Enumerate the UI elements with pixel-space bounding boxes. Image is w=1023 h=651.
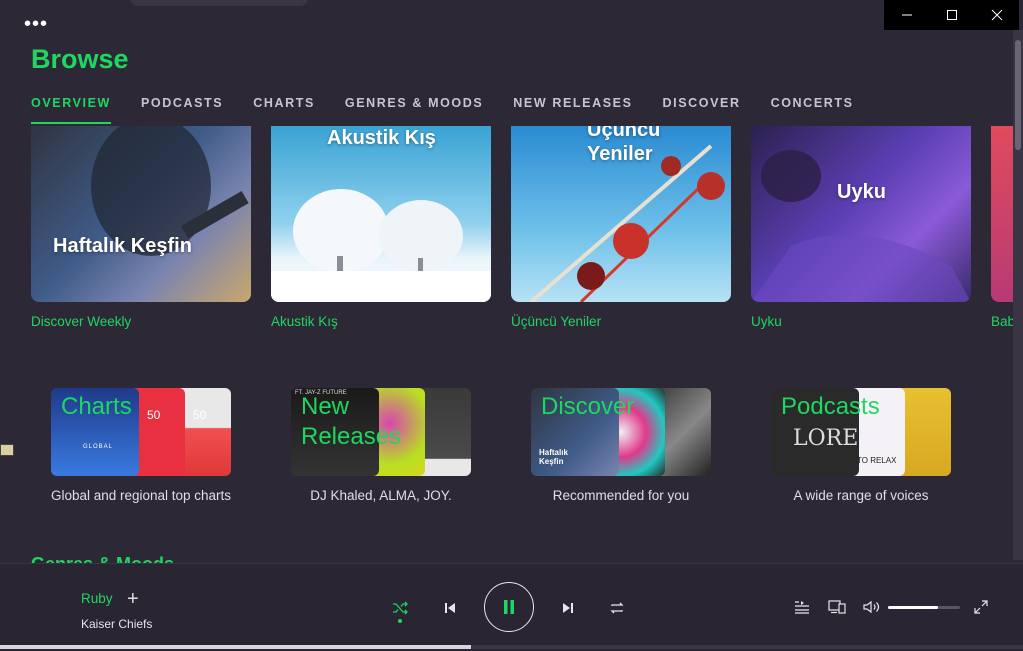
playlist-cover[interactable]: Haftalık Keşfin — [31, 126, 251, 302]
category-name: New Releases — [301, 393, 402, 450]
cover-title: Uyku — [837, 181, 886, 203]
playlist-cover[interactable] — [991, 126, 1013, 302]
volume-level — [888, 606, 939, 609]
playlist-cover[interactable]: Akustik Kış — [271, 126, 491, 302]
cover-text: GLOBAL — [83, 444, 114, 450]
cover-title: Haftalık Keşfin — [53, 235, 192, 257]
playlist-label[interactable]: Akustik Kış — [271, 314, 491, 329]
track-name[interactable]: Ruby — [81, 591, 113, 606]
volume-icon[interactable] — [862, 597, 882, 617]
category-discover[interactable]: Haftalık Keşfin Discover Recommended for… — [511, 388, 731, 503]
window-controls — [884, 0, 1019, 30]
fullscreen-icon[interactable] — [971, 597, 991, 617]
cover-text: 50 — [193, 408, 207, 422]
playlist-label[interactable]: Bab — [991, 314, 1013, 329]
title-bar-strip — [130, 0, 308, 6]
playlist-label[interactable]: Discover Weekly — [31, 314, 251, 329]
playlist-card-discover-weekly[interactable]: Haftalık Keşfin Discover Weekly — [31, 126, 251, 329]
more-dots-icon[interactable]: ••• — [24, 14, 48, 34]
queue-icon[interactable] — [792, 597, 812, 617]
featured-playlists: Haftalık Keşfin Discover Weekly Akustik … — [31, 126, 1013, 336]
playback-progress[interactable] — [0, 645, 1023, 649]
category-description: A wide range of voices — [793, 488, 929, 503]
cover-text: Haftalık Keşfin — [539, 448, 568, 466]
plus-icon[interactable]: + — [127, 588, 139, 611]
repeat-icon[interactable] — [607, 598, 627, 618]
playlist-card-ucuncu-yeniler[interactable]: Üçüncü Yeniler Üçüncü Yeniler — [511, 126, 731, 329]
player-bar: Ruby + Kaiser Chiefs — [0, 563, 1023, 651]
playlist-card-partial[interactable]: Bab — [991, 126, 1013, 329]
thumbnail-icon — [0, 444, 14, 456]
tab-concerts[interactable]: CONCERTS — [771, 96, 854, 124]
browse-tabs: OVERVIEW PODCASTS CHARTS GENRES & MOODS … — [31, 96, 884, 124]
cover-text: TO RELAX — [857, 456, 897, 465]
close-icon[interactable] — [974, 0, 1019, 30]
progress-level — [0, 645, 471, 649]
next-icon[interactable] — [558, 598, 578, 618]
now-playing: Ruby + Kaiser Chiefs — [81, 588, 152, 631]
pause-icon[interactable] — [484, 582, 534, 632]
cover-title: Akustik Kış — [327, 127, 436, 149]
volume-slider[interactable] — [888, 606, 960, 609]
category-new-releases[interactable]: FT. JAY-Z FUTURE New Releases DJ Khaled,… — [271, 388, 491, 503]
category-podcasts[interactable]: TO RELAX LORE Podcasts A wide range of v… — [751, 388, 971, 503]
category-name: Discover — [541, 393, 635, 420]
shuffle-active-dot — [398, 619, 402, 623]
category-charts[interactable]: GLOBAL 50 50 Charts Global and regional … — [31, 388, 251, 503]
page-title: Browse — [31, 44, 129, 74]
previous-icon[interactable] — [440, 598, 460, 618]
category-description: Recommended for you — [552, 488, 690, 503]
tab-new-releases[interactable]: NEW RELEASES — [513, 96, 632, 124]
minimize-icon[interactable] — [884, 0, 929, 30]
playlist-card-akustik-kis[interactable]: Akustik Kış Akustik Kış — [271, 126, 491, 329]
playlist-cover[interactable]: Üçüncü Yeniler — [511, 126, 731, 302]
scrollbar-thumb[interactable] — [1015, 40, 1021, 150]
cover-text: 50 — [147, 408, 161, 422]
tab-podcasts[interactable]: PODCASTS — [141, 96, 223, 124]
cover-title: Üçüncü Yeniler — [587, 126, 661, 165]
cover-text: LORE — [793, 426, 859, 451]
devices-icon[interactable] — [827, 597, 847, 617]
maximize-icon[interactable] — [929, 0, 974, 30]
playlist-cover[interactable]: Uyku — [751, 126, 971, 302]
tab-overview[interactable]: OVERVIEW — [31, 96, 111, 124]
tab-charts[interactable]: CHARTS — [253, 96, 315, 124]
category-name: Podcasts — [781, 393, 880, 420]
playlist-label[interactable]: Üçüncü Yeniler — [511, 314, 731, 329]
playlist-card-uyku[interactable]: Uyku Uyku — [751, 126, 971, 329]
tab-discover[interactable]: DISCOVER — [663, 96, 741, 124]
category-description: DJ Khaled, ALMA, JOY. — [310, 488, 452, 503]
playlist-label[interactable]: Uyku — [751, 314, 971, 329]
category-description: Global and regional top charts — [50, 488, 232, 503]
track-artist[interactable]: Kaiser Chiefs — [81, 617, 152, 631]
shuffle-icon[interactable] — [390, 598, 410, 618]
tab-genres-moods[interactable]: GENRES & MOODS — [345, 96, 483, 124]
main-scrollbar[interactable] — [1013, 30, 1023, 560]
category-name: Charts — [61, 393, 132, 420]
